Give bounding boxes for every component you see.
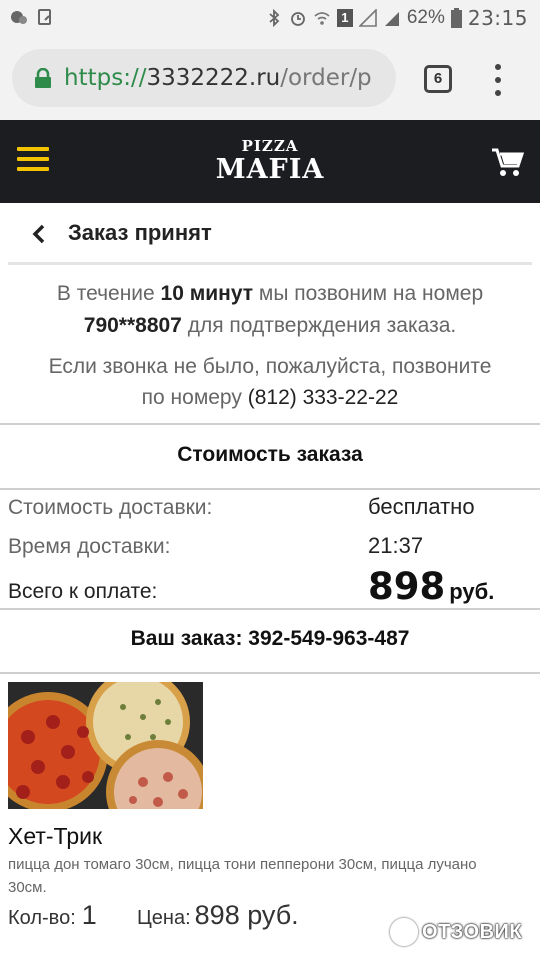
hamburger-menu-icon[interactable] — [17, 147, 49, 171]
bluetooth-icon — [269, 9, 280, 27]
signal-bars-icon — [384, 12, 399, 26]
price-value: 898 руб. — [194, 900, 299, 930]
logo-big-text: MAFIA — [215, 154, 325, 185]
page-title: Заказ принят — [68, 220, 212, 245]
divider — [0, 423, 540, 425]
watermark-logo-icon — [390, 918, 418, 946]
divider — [8, 262, 532, 265]
browser-menu-icon[interactable] — [484, 64, 512, 96]
order-number: Ваш заказ: 392-549-963-487 — [130, 627, 410, 650]
lock-icon — [35, 68, 51, 88]
site-header: PIZZA MAFIA — [0, 120, 540, 203]
quantity-value: 1 — [81, 900, 97, 930]
battery-percent: 62% — [406, 7, 445, 28]
divider — [0, 672, 540, 674]
clock: 23:15 — [467, 6, 528, 30]
logo-small-text: PIZZA — [241, 137, 299, 155]
confirmation-message: В течение 10 минут мы позвоним на номер … — [0, 278, 540, 342]
product-name: Хет-Трик — [8, 823, 103, 849]
divider — [0, 488, 540, 490]
divider — [0, 608, 540, 610]
info-text-confirm: для подтверждения заказа. — [181, 314, 457, 337]
url-text: https://3332222.ru/order/p — [64, 65, 372, 91]
total-currency: руб. — [449, 579, 495, 604]
battery-icon — [450, 8, 462, 28]
tab-switcher-button[interactable]: 6 — [424, 65, 452, 93]
alarm-icon — [290, 12, 305, 26]
delivery-cost-label: Стоимость доставки: — [8, 496, 213, 519]
product-image — [8, 682, 203, 809]
watermark-text: ОТЗОВИК — [422, 920, 523, 943]
sim-slot-badge: 1 — [336, 9, 353, 27]
item-price: Цена: 898 руб. — [137, 900, 299, 931]
cart-icon[interactable] — [490, 146, 524, 180]
url-host: 3332222.ru — [146, 65, 281, 91]
delivery-time-value: 21:37 — [368, 533, 424, 558]
callback-message: Если звонка не было, пожалуйста, позвони… — [0, 351, 540, 413]
site-logo[interactable]: PIZZA MAFIA — [200, 138, 340, 185]
url-protocol: https:// — [64, 65, 147, 91]
info-text-post: мы позвоним на номер — [253, 282, 484, 305]
back-chevron-icon[interactable] — [30, 223, 48, 245]
call-time-highlight: 10 минут — [160, 282, 254, 305]
watermark: ОТЗОВИК — [390, 918, 522, 946]
delivery-time-label: Время доставки: — [8, 535, 171, 558]
delivery-cost-value: бесплатно — [368, 494, 475, 519]
notification-icon — [11, 11, 27, 24]
masked-phone: 790**8807 — [83, 314, 182, 337]
address-bar[interactable]: https://3332222.ru/order/p — [12, 49, 396, 107]
wifi-icon — [314, 12, 330, 25]
screenshot-icon — [38, 9, 51, 25]
total-amount: 898 руб. — [368, 565, 494, 608]
quantity: Кол-во: 1 — [8, 900, 97, 931]
signal-icon — [358, 9, 377, 27]
browser-toolbar: https://3332222.ru/order/p 6 — [0, 38, 540, 120]
callback-text: Если звонка не было, пожалуйста, позвони… — [48, 355, 492, 378]
quantity-label: Кол-во: — [8, 907, 76, 929]
total-value: 898 — [368, 565, 446, 608]
price-label: Цена: — [137, 907, 191, 929]
url-path: /order/p — [280, 65, 372, 91]
total-label: Всего к оплате: — [8, 580, 158, 603]
product-description: пицца дон томаго 30см, пицца тони пеппер… — [8, 856, 477, 896]
page-header: Заказ принят — [0, 203, 540, 265]
callback-text-2: по номеру — [141, 386, 248, 409]
status-bar: 1 62% 23:15 — [0, 0, 540, 38]
info-text-pre: В течение — [56, 282, 161, 305]
support-phone-link[interactable]: (812) 333-22-22 — [248, 386, 399, 409]
cost-section-title: Стоимость заказа — [177, 443, 363, 466]
